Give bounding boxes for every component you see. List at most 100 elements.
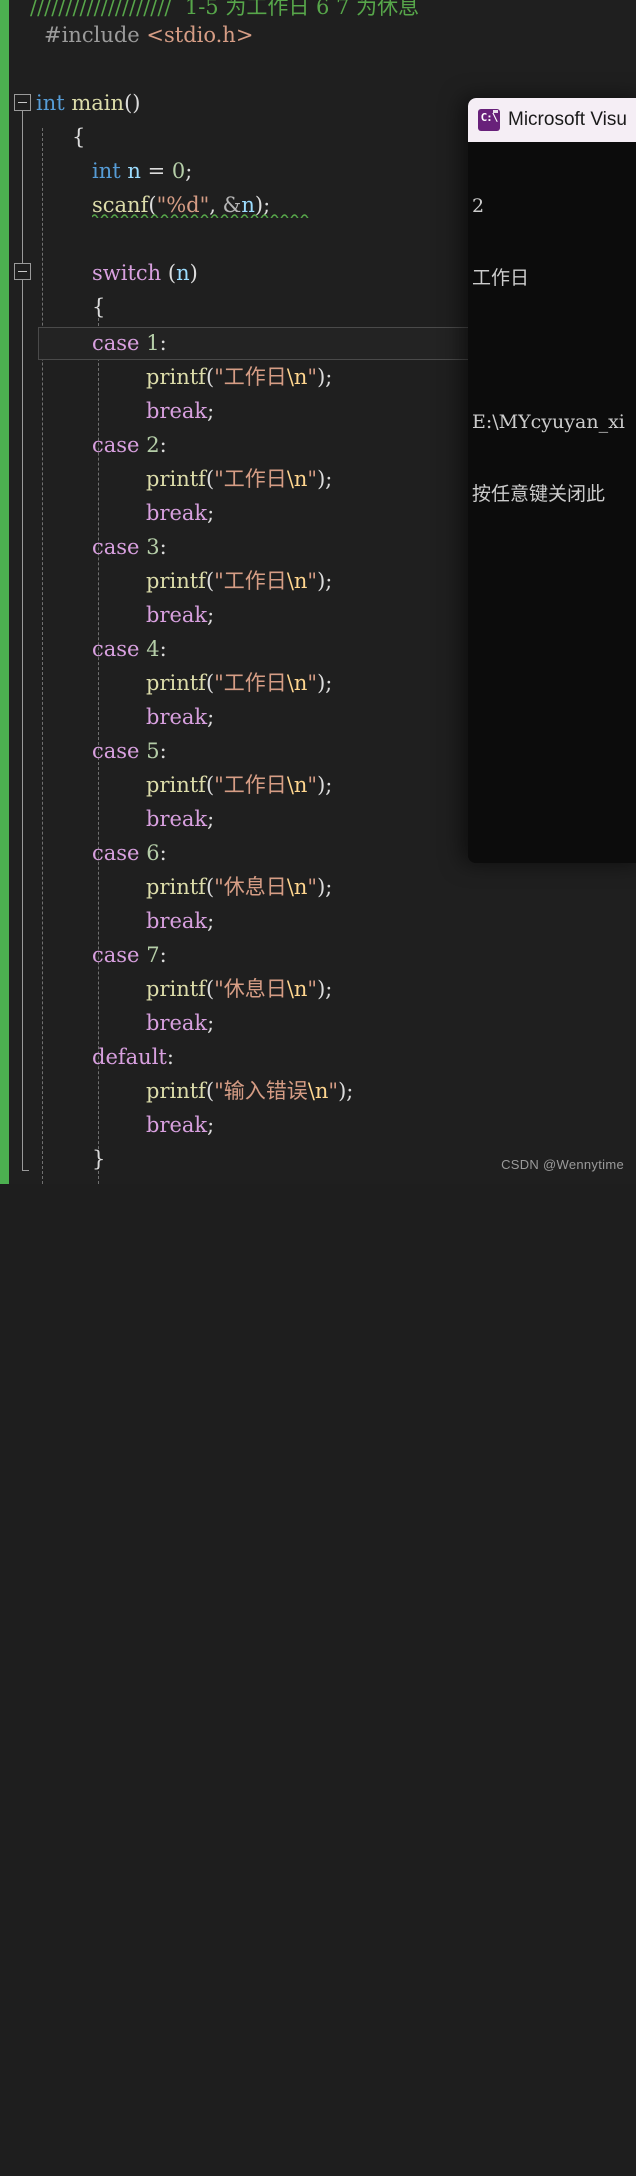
escape-sequence: \n: [286, 467, 308, 491]
paren-token: (: [205, 467, 215, 491]
colon-token: :: [159, 739, 167, 763]
code-line-text: }: [92, 1142, 105, 1176]
console-window[interactable]: C:\ Microsoft Visu 2 工作日 E:\MYcyuyan_xi …: [468, 98, 636, 863]
code-line-printf-default[interactable]: printf("输入错误\n");: [0, 1074, 636, 1108]
paren-token: (: [205, 977, 215, 1001]
escape-sequence: \n: [286, 365, 308, 389]
string-literal-end: ": [307, 875, 318, 899]
code-line-text: int n = 0;: [92, 154, 192, 188]
semicolon-token: ;: [207, 807, 215, 831]
function-name-printf: printf: [146, 977, 206, 1001]
code-line-case-7[interactable]: case 7:: [0, 938, 636, 972]
semicolon-token: ;: [207, 1011, 215, 1035]
code-line-text: #include <stdio.h>: [44, 18, 253, 52]
keyword-int: int: [36, 91, 65, 115]
semicolon-token: ;: [207, 399, 215, 423]
warning-squiggle: [92, 213, 310, 218]
code-line-text: default:: [92, 1040, 174, 1074]
keyword-break: break: [146, 501, 208, 525]
keyword-break: break: [146, 1113, 208, 1137]
code-line-text: case 7:: [92, 938, 167, 972]
brace-token: }: [92, 1147, 106, 1171]
colon-token: :: [159, 637, 167, 661]
semicolon-token: ;: [325, 671, 333, 695]
code-line-text: break;: [146, 700, 214, 734]
function-name-printf: printf: [146, 467, 206, 491]
semicolon-token: ;: [325, 467, 333, 491]
keyword-case: case: [92, 535, 140, 559]
keyword-switch: switch: [92, 261, 162, 285]
code-line-1[interactable]: #include <stdio.h>: [0, 18, 636, 52]
colon-token: :: [159, 841, 167, 865]
colon-token: :: [159, 433, 167, 457]
code-line-text: case 3:: [92, 530, 167, 564]
code-line-break-6[interactable]: break;: [0, 904, 636, 938]
console-window-icon: C:\: [478, 109, 500, 131]
console-output-line: 2: [472, 195, 485, 217]
string-literal-end: ": [307, 365, 318, 389]
semicolon-token: ;: [325, 569, 333, 593]
string-literal: "输入错误: [214, 1079, 308, 1103]
escape-sequence: \n: [286, 569, 308, 593]
code-line-text: printf("休息日\n");: [146, 870, 332, 904]
string-literal: "休息日: [214, 875, 287, 899]
code-line-text: printf("工作日\n");: [146, 360, 332, 394]
code-line-text: {: [72, 120, 85, 154]
case-value: 5: [146, 739, 160, 763]
case-value: 3: [146, 535, 160, 559]
console-icon-glyph: C:\: [480, 111, 499, 124]
csdn-watermark: CSDN @Wennytime: [501, 1157, 624, 1172]
string-literal-end: ": [307, 773, 318, 797]
code-line-break-7[interactable]: break;: [0, 1006, 636, 1040]
string-literal: "工作日: [214, 569, 287, 593]
paren-token: (): [124, 91, 141, 115]
function-name-printf: printf: [146, 569, 206, 593]
code-line-text: case 5:: [92, 734, 167, 768]
paren-token: (: [205, 365, 215, 389]
include-path-token: <stdio.h>: [146, 23, 254, 47]
code-line-text: printf("工作日\n");: [146, 462, 332, 496]
semicolon-token: ;: [185, 159, 193, 183]
function-name-printf: printf: [146, 1079, 206, 1103]
string-literal-end: ": [328, 1079, 339, 1103]
keyword-break: break: [146, 909, 208, 933]
variable-n: n: [176, 261, 190, 285]
code-line-text: break;: [146, 1006, 214, 1040]
semicolon-token: ;: [325, 365, 333, 389]
keyword-break: break: [146, 399, 208, 423]
code-line-default[interactable]: default:: [0, 1040, 636, 1074]
console-titlebar[interactable]: C:\ Microsoft Visu: [468, 98, 636, 142]
console-title-text: Microsoft Visu: [508, 109, 627, 130]
case-value: 6: [146, 841, 160, 865]
keyword-break: break: [146, 1011, 208, 1035]
semicolon-token: ;: [207, 501, 215, 525]
function-name-printf: printf: [146, 875, 206, 899]
colon-token: :: [159, 943, 167, 967]
keyword-break: break: [146, 705, 208, 729]
keyword-default: default: [92, 1045, 167, 1069]
code-line-2[interactable]: [0, 52, 636, 86]
semicolon-token: ;: [325, 875, 333, 899]
code-line-printf-7[interactable]: printf("休息日\n");: [0, 972, 636, 1006]
keyword-case: case: [92, 433, 140, 457]
paren-token: ): [189, 261, 198, 285]
preprocessor-token: #include: [44, 23, 147, 47]
colon-token: :: [166, 1045, 174, 1069]
code-line-text: case 1:: [92, 326, 167, 360]
code-line-text: break;: [146, 802, 214, 836]
colon-token: :: [159, 535, 167, 559]
code-line-text: printf("休息日\n");: [146, 972, 332, 1006]
code-line-printf-6[interactable]: printf("休息日\n");: [0, 870, 636, 904]
semicolon-token: ;: [325, 773, 333, 797]
brace-token: {: [72, 125, 86, 149]
function-name-main: main: [71, 91, 125, 115]
operator-token: =: [147, 159, 166, 183]
paren-token: (: [205, 773, 215, 797]
code-line-text: case 2:: [92, 428, 167, 462]
variable-n: n: [127, 159, 141, 183]
keyword-break: break: [146, 807, 208, 831]
console-output[interactable]: 2 工作日 E:\MYcyuyan_xi 按任意键关闭此: [468, 142, 636, 863]
code-line-text: break;: [146, 1108, 214, 1142]
code-line-break-default[interactable]: break;: [0, 1108, 636, 1142]
keyword-int: int: [92, 159, 121, 183]
